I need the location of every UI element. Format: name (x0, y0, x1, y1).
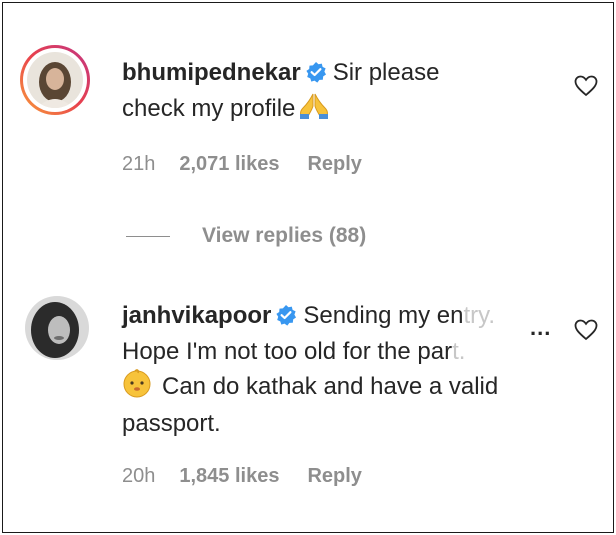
avatar-janhvikapoor[interactable] (25, 296, 89, 360)
timestamp: 20h (122, 465, 156, 487)
comment-meta: 20h 1,845 likes Reply (122, 465, 390, 488)
reply-button[interactable]: Reply (307, 465, 361, 487)
comment-text-line4: passport. (122, 410, 221, 437)
comment-meta: 21h 2,071 likes Reply (122, 153, 390, 176)
like-heart-icon[interactable] (574, 75, 598, 102)
comment-text-line2: Hope I'm not too old for the par (122, 338, 453, 365)
comment-text-line3: Can do kathak and have a valid (162, 373, 499, 400)
view-replies-button[interactable]: View replies (88) (126, 224, 366, 248)
verified-badge-icon (305, 59, 327, 92)
divider-line (126, 235, 170, 237)
username[interactable]: janhvikapoor (122, 302, 271, 329)
like-heart-icon[interactable] (574, 319, 598, 346)
comment-text-line2-fade: t. (452, 338, 466, 365)
profile-photo (27, 52, 83, 108)
comment-thread: bhumipednekar Sir please check my profile… (2, 2, 614, 533)
baby-face-emoji-icon (122, 368, 152, 407)
comment-text-line1: Sir please (332, 59, 440, 86)
comment-body: janhvikapoor Sending my entry. Hope I'm n… (122, 299, 498, 440)
comment-text-line2: check my profile (122, 95, 296, 122)
avatar-bhumipednekar[interactable] (20, 45, 90, 115)
reply-button[interactable]: Reply (307, 153, 361, 175)
comment-text-line1-fade: try. (463, 302, 496, 329)
likes-count[interactable]: 1,845 likes (179, 465, 279, 487)
likes-count[interactable]: 2,071 likes (179, 153, 279, 175)
more-options-icon[interactable]: ... (530, 315, 551, 341)
comment-body: bhumipednekar Sir please check my profile (122, 56, 439, 129)
profile-photo (25, 296, 89, 360)
view-replies-label: View replies (88) (202, 224, 367, 247)
timestamp: 21h (122, 153, 156, 175)
username[interactable]: bhumipednekar (122, 59, 301, 86)
comment-text-line1: Sending my en (303, 302, 464, 329)
folded-hands-emoji-icon (299, 92, 329, 129)
verified-badge-icon (275, 302, 297, 335)
